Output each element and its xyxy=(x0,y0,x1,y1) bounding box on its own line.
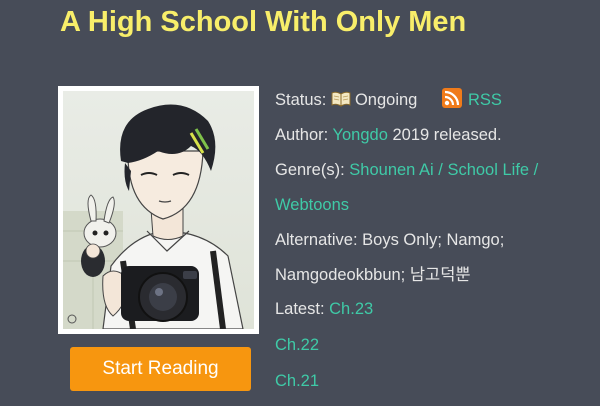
chapter-link-22[interactable]: Ch.22 xyxy=(275,336,319,354)
status-row: Status: Ongoing RSS xyxy=(275,87,600,114)
author-label: Author: xyxy=(275,126,329,144)
genre-links-line2[interactable]: Webtoons xyxy=(275,196,349,214)
chapter-row-22: Ch.22 xyxy=(275,327,600,363)
latest-row: Latest: Ch.23 xyxy=(275,291,600,327)
chapter-row-21: Ch.21 xyxy=(275,363,600,399)
status-value: Ongoing xyxy=(354,91,418,109)
genre-links-line1[interactable]: Shounen Ai / School Life / xyxy=(349,161,538,179)
author-row: Author: Yongdo 2019 released. xyxy=(275,122,600,149)
release-text: 2019 released. xyxy=(392,126,502,144)
genre-row: Genre(s): Shounen Ai / School Life / xyxy=(275,157,600,184)
rss-link[interactable]: RSS xyxy=(468,91,502,109)
start-reading-button[interactable]: Start Reading xyxy=(70,347,251,391)
status-label: Status: xyxy=(275,91,327,109)
alternative-row: Alternative: Boys Only; Namgo; xyxy=(275,227,600,254)
alternative-label: Alternative: xyxy=(275,231,358,249)
rss-icon[interactable] xyxy=(441,88,462,117)
genre-row-2: Webtoons xyxy=(275,192,600,219)
cover-image[interactable] xyxy=(58,86,259,334)
book-icon xyxy=(331,89,351,116)
cover-illustration xyxy=(63,91,254,329)
chapter-link-23[interactable]: Ch.23 xyxy=(329,300,373,318)
genre-label: Genre(s): xyxy=(275,161,345,179)
chapter-link-21[interactable]: Ch.21 xyxy=(275,372,319,390)
alternative-line2: Namgodeokbbun; 남고덕뿐 xyxy=(275,266,471,284)
manga-info: Status: Ongoing RSS Author: Yongdo 2019 … xyxy=(275,87,600,399)
page-title: A High School With Only Men xyxy=(60,6,467,38)
alternative-line1: Boys Only; Namgo; xyxy=(362,231,505,249)
latest-label: Latest: xyxy=(275,300,325,318)
author-link[interactable]: Yongdo xyxy=(333,126,388,144)
alternative-row-2: Namgodeokbbun; 남고덕뿐 xyxy=(275,262,600,289)
